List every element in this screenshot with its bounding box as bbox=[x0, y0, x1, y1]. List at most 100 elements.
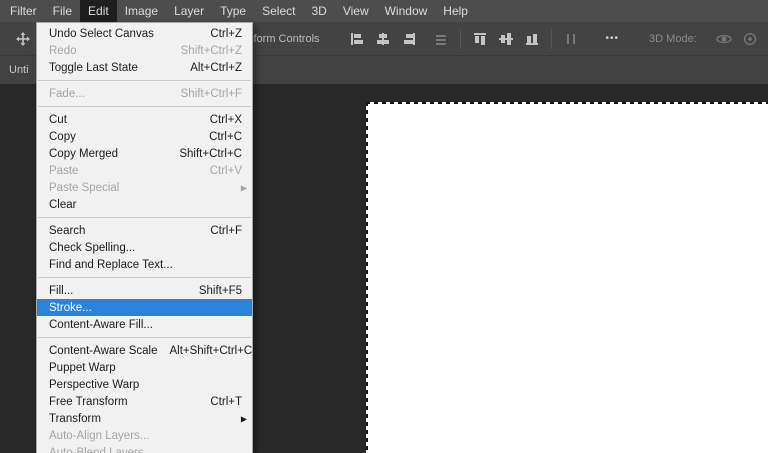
menu-item-label: Fill... bbox=[49, 285, 187, 297]
menu-item-shortcut: Ctrl+V bbox=[210, 165, 242, 177]
menu-item-puppet-warp[interactable]: Puppet Warp bbox=[37, 359, 252, 376]
menu-item-redo[interactable]: Redo Shift+Ctrl+Z bbox=[37, 42, 252, 59]
menu-item-shortcut: Alt+Ctrl+Z bbox=[190, 62, 242, 74]
menu-item-label: Puppet Warp bbox=[49, 362, 242, 374]
menu-item-auto-align-layers[interactable]: Auto-Align Layers... bbox=[37, 427, 252, 444]
menu-item-perspective-warp[interactable]: Perspective Warp bbox=[37, 376, 252, 393]
align-right-edges-icon[interactable] bbox=[396, 28, 422, 50]
align-bottom-edges-icon[interactable] bbox=[519, 28, 545, 50]
menu-item-label: Perspective Warp bbox=[49, 379, 242, 391]
menu-separator bbox=[38, 106, 251, 107]
menu-item-shortcut: Shift+Ctrl+C bbox=[179, 148, 242, 160]
menu-type[interactable]: Type bbox=[212, 0, 254, 22]
menu-3d[interactable]: 3D bbox=[303, 0, 334, 22]
transform-controls-label[interactable]: sform Controls bbox=[248, 33, 320, 45]
menu-item-undo-select-canvas[interactable]: Undo Select Canvas Ctrl+Z bbox=[37, 25, 252, 42]
edit-dropdown-menu: Undo Select Canvas Ctrl+Z Redo Shift+Ctr… bbox=[36, 22, 253, 453]
menu-window[interactable]: Window bbox=[377, 0, 436, 22]
3d-mode-label: 3D Mode: bbox=[649, 33, 697, 45]
menu-item-shortcut: Shift+Ctrl+Z bbox=[181, 45, 242, 57]
menu-item-label: Copy Merged bbox=[49, 148, 167, 160]
menu-separator bbox=[38, 217, 251, 218]
submenu-arrow-icon: ▶ bbox=[241, 183, 247, 192]
3d-orbit-icon[interactable] bbox=[711, 28, 737, 50]
menu-item-shortcut: Alt+Shift+Ctrl+C bbox=[169, 345, 252, 357]
menu-item-label: Search bbox=[49, 225, 198, 237]
menu-item-toggle-last-state[interactable]: Toggle Last State Alt+Ctrl+Z bbox=[37, 59, 252, 76]
align-left-edges-icon[interactable] bbox=[344, 28, 370, 50]
document-tab[interactable]: Unti bbox=[0, 64, 29, 76]
menu-item-label: Toggle Last State bbox=[49, 62, 178, 74]
menu-item-label: Auto-Align Layers... bbox=[49, 430, 242, 442]
menu-separator bbox=[38, 80, 251, 81]
menu-item-label: Find and Replace Text... bbox=[49, 259, 242, 271]
menu-item-auto-blend-layers[interactable]: Auto-Blend Layers... bbox=[37, 444, 252, 453]
submenu-arrow-icon: ▶ bbox=[241, 414, 247, 423]
menu-item-content-aware-fill[interactable]: Content-Aware Fill... bbox=[37, 316, 252, 333]
menu-item-shortcut: Ctrl+Z bbox=[210, 28, 242, 40]
menu-layer[interactable]: Layer bbox=[166, 0, 212, 22]
menu-item-label: Redo bbox=[49, 45, 169, 57]
menu-item-label: Auto-Blend Layers... bbox=[49, 447, 242, 453]
menu-item-shortcut: Shift+F5 bbox=[199, 285, 242, 297]
menu-item-shortcut: Shift+Ctrl+F bbox=[181, 88, 242, 100]
menu-view[interactable]: View bbox=[335, 0, 377, 22]
options-separator bbox=[460, 29, 461, 49]
menu-item-shortcut: Ctrl+F bbox=[210, 225, 242, 237]
menu-file[interactable]: File bbox=[45, 0, 80, 22]
move-tool-glyph bbox=[15, 31, 31, 47]
menu-item-free-transform[interactable]: Free Transform Ctrl+T bbox=[37, 393, 252, 410]
menu-item-paste[interactable]: Paste Ctrl+V bbox=[37, 162, 252, 179]
menu-item-shortcut: Ctrl+X bbox=[210, 114, 242, 126]
menu-item-fade[interactable]: Fade... Shift+Ctrl+F bbox=[37, 85, 252, 102]
menu-item-stroke[interactable]: Stroke... bbox=[37, 299, 252, 316]
menu-help[interactable]: Help bbox=[435, 0, 476, 22]
menu-edit[interactable]: Edit bbox=[80, 0, 117, 22]
menu-item-clear[interactable]: Clear bbox=[37, 196, 252, 213]
distribute-icon[interactable] bbox=[428, 28, 454, 50]
3d-pan-icon[interactable] bbox=[763, 28, 768, 50]
menu-item-label: Free Transform bbox=[49, 396, 198, 408]
menu-item-label: Transform bbox=[49, 413, 242, 425]
selection-ants-top bbox=[366, 102, 768, 104]
options-separator bbox=[551, 29, 552, 49]
menu-item-content-aware-scale[interactable]: Content-Aware Scale Alt+Shift+Ctrl+C bbox=[37, 342, 252, 359]
menu-item-label: Paste Special bbox=[49, 182, 242, 194]
selection-ants-left bbox=[366, 102, 368, 453]
menu-item-label: Check Spelling... bbox=[49, 242, 242, 254]
menu-item-label: Clear bbox=[49, 199, 242, 211]
menu-item-transform[interactable]: Transform ▶ bbox=[37, 410, 252, 427]
menu-item-label: Copy bbox=[49, 131, 197, 143]
move-tool-icon[interactable] bbox=[10, 28, 36, 50]
menu-item-label: Cut bbox=[49, 114, 198, 126]
menu-item-copy[interactable]: Copy Ctrl+C bbox=[37, 128, 252, 145]
menu-item-label: Content-Aware Fill... bbox=[49, 319, 242, 331]
menu-bar: File Edit Image Layer Type Select 3D Fil… bbox=[0, 0, 768, 22]
distribute-horizontal-centers-icon[interactable] bbox=[558, 28, 584, 50]
document-canvas[interactable] bbox=[368, 104, 768, 453]
menu-item-shortcut: Ctrl+C bbox=[209, 131, 242, 143]
align-horizontal-centers-icon[interactable] bbox=[370, 28, 396, 50]
menu-item-label: Paste bbox=[49, 165, 198, 177]
align-vertical-centers-icon[interactable] bbox=[493, 28, 519, 50]
menu-item-label: Undo Select Canvas bbox=[49, 28, 198, 40]
more-options-button[interactable]: ••• bbox=[598, 33, 628, 44]
menu-item-fill[interactable]: Fill... Shift+F5 bbox=[37, 282, 252, 299]
menu-item-paste-special[interactable]: Paste Special ▶ bbox=[37, 179, 252, 196]
menu-item-label: Content-Aware Scale bbox=[49, 345, 157, 357]
align-top-edges-icon[interactable] bbox=[467, 28, 493, 50]
menu-filter[interactable]: Filter bbox=[2, 0, 45, 22]
menu-image[interactable]: Image bbox=[117, 0, 166, 22]
menu-item-check-spelling[interactable]: Check Spelling... bbox=[37, 239, 252, 256]
menu-item-shortcut: Ctrl+T bbox=[210, 396, 242, 408]
menu-item-label: Fade... bbox=[49, 88, 169, 100]
menu-item-label: Stroke... bbox=[49, 302, 242, 314]
menu-item-copy-merged[interactable]: Copy Merged Shift+Ctrl+C bbox=[37, 145, 252, 162]
3d-roll-icon[interactable] bbox=[737, 28, 763, 50]
menu-separator bbox=[38, 277, 251, 278]
menu-separator bbox=[38, 337, 251, 338]
menu-select[interactable]: Select bbox=[254, 0, 303, 22]
menu-item-search[interactable]: Search Ctrl+F bbox=[37, 222, 252, 239]
menu-item-cut[interactable]: Cut Ctrl+X bbox=[37, 111, 252, 128]
menu-item-find-and-replace-text[interactable]: Find and Replace Text... bbox=[37, 256, 252, 273]
